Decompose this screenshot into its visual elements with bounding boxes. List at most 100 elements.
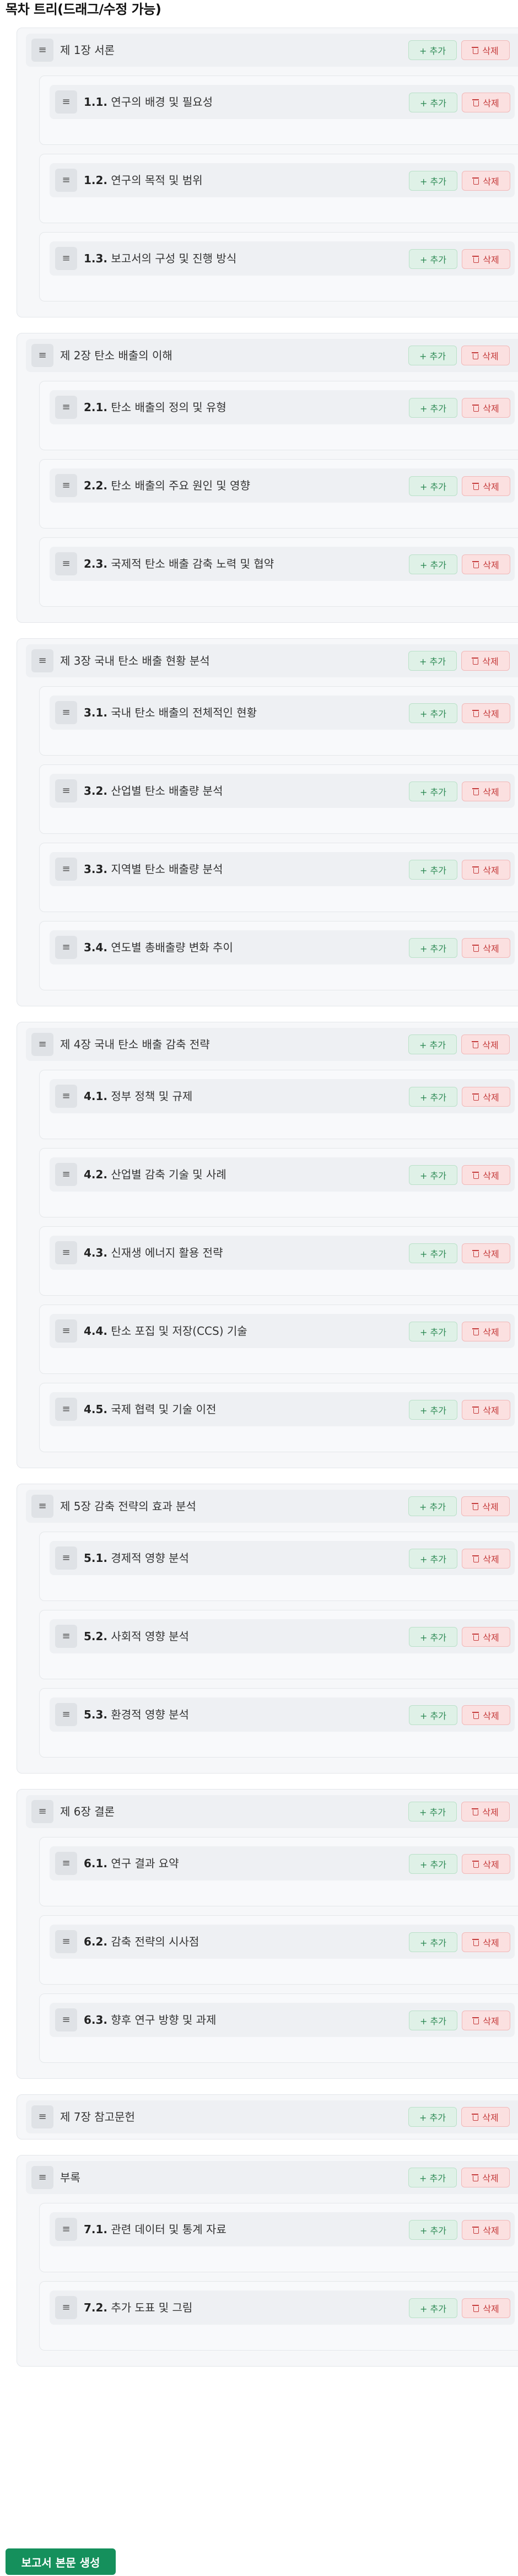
add-button[interactable]: + 추가 [408,1034,457,1054]
drag-handle-icon[interactable]: ≡ [55,1241,77,1264]
delete-button[interactable]: 삭제 [462,476,510,496]
delete-button[interactable]: 삭제 [461,1034,510,1054]
delete-button[interactable]: 삭제 [462,938,510,958]
delete-button[interactable]: 삭제 [462,703,510,723]
drag-handle-icon[interactable]: ≡ [31,649,53,672]
chapter-row[interactable]: ≡ 제 6장 결론 + 추가 삭제 [26,1795,518,1828]
delete-button[interactable]: 삭제 [461,346,510,365]
add-button[interactable]: + 추가 [409,1549,457,1569]
section-row[interactable]: ≡ 2.1. 탄소 배출의 정의 및 유형 + 추가 삭제 [50,390,515,424]
chapter-row[interactable]: ≡ 제 5장 감축 전략의 효과 분석 + 추가 삭제 [26,1490,518,1523]
add-button[interactable]: + 추가 [409,2220,457,2240]
drag-handle-icon[interactable]: ≡ [55,1625,77,1648]
add-button[interactable]: + 추가 [409,2298,457,2318]
add-button[interactable]: + 추가 [408,1496,457,1516]
drag-handle-icon[interactable]: ≡ [55,1852,77,1875]
add-button[interactable]: + 추가 [409,1932,457,1952]
section-row[interactable]: ≡ 6.1. 연구 결과 요약 + 추가 삭제 [50,1846,515,1880]
delete-button[interactable]: 삭제 [462,1854,510,1874]
section-row[interactable]: ≡ 4.4. 탄소 포집 및 저장(CCS) 기술 + 추가 삭제 [50,1314,515,1348]
drag-handle-icon[interactable]: ≡ [55,2218,77,2241]
delete-button[interactable]: 삭제 [462,1243,510,1263]
add-button[interactable]: + 추가 [409,1627,457,1647]
delete-button[interactable]: 삭제 [461,2107,510,2127]
delete-button[interactable]: 삭제 [462,1932,510,1952]
section-row[interactable]: ≡ 7.1. 관련 데이터 및 통계 자료 + 추가 삭제 [50,2212,515,2246]
drag-handle-icon[interactable]: ≡ [55,2008,77,2031]
add-button[interactable]: + 추가 [409,782,457,801]
delete-button[interactable]: 삭제 [461,1802,510,1821]
drag-handle-icon[interactable]: ≡ [55,1319,77,1343]
section-row[interactable]: ≡ 5.3. 환경적 영향 분석 + 추가 삭제 [50,1697,515,1732]
chapter-row[interactable]: ≡ 제 4장 국내 탄소 배출 감축 전략 + 추가 삭제 [26,1028,518,1061]
delete-button[interactable]: 삭제 [462,1627,510,1647]
add-button[interactable]: + 추가 [409,860,457,880]
section-row[interactable]: ≡ 3.2. 산업별 탄소 배출량 분석 + 추가 삭제 [50,774,515,808]
drag-handle-icon[interactable]: ≡ [31,1495,53,1518]
drag-handle-icon[interactable]: ≡ [55,1085,77,1108]
drag-handle-icon[interactable]: ≡ [31,1033,53,1056]
delete-button[interactable]: 삭제 [462,1322,510,1341]
delete-button[interactable]: 삭제 [462,93,510,112]
drag-handle-icon[interactable]: ≡ [55,1163,77,1186]
drag-handle-icon[interactable]: ≡ [55,1398,77,1421]
section-row[interactable]: ≡ 5.1. 경제적 영향 분석 + 추가 삭제 [50,1541,515,1575]
drag-handle-icon[interactable]: ≡ [31,1800,53,1823]
section-row[interactable]: ≡ 4.1. 정부 정책 및 규제 + 추가 삭제 [50,1079,515,1113]
section-row[interactable]: ≡ 6.3. 향후 연구 방향 및 과제 + 추가 삭제 [50,2003,515,2037]
section-row[interactable]: ≡ 2.3. 국제적 탄소 배출 감축 노력 및 협약 + 추가 삭제 [50,547,515,581]
section-row[interactable]: ≡ 1.2. 연구의 목적 및 범위 + 추가 삭제 [50,163,515,197]
drag-handle-icon[interactable]: ≡ [55,701,77,724]
section-row[interactable]: ≡ 1.1. 연구의 배경 및 필요성 + 추가 삭제 [50,85,515,119]
delete-button[interactable]: 삭제 [462,1165,510,1185]
drag-handle-icon[interactable]: ≡ [55,936,77,959]
section-row[interactable]: ≡ 3.1. 국내 탄소 배출의 전체적인 현황 + 추가 삭제 [50,696,515,730]
add-button[interactable]: + 추가 [408,1802,457,1821]
drag-handle-icon[interactable]: ≡ [55,552,77,575]
add-button[interactable]: + 추가 [409,1705,457,1725]
drag-handle-icon[interactable]: ≡ [55,169,77,192]
section-row[interactable]: ≡ 3.4. 연도별 총배출량 변화 추이 + 추가 삭제 [50,930,515,964]
drag-handle-icon[interactable]: ≡ [55,90,77,114]
add-button[interactable]: + 추가 [409,703,457,723]
add-button[interactable]: + 추가 [409,1854,457,1874]
section-row[interactable]: ≡ 5.2. 사회적 영향 분석 + 추가 삭제 [50,1619,515,1653]
section-row[interactable]: ≡ 4.5. 국제 협력 및 기술 이전 + 추가 삭제 [50,1392,515,1426]
drag-handle-icon[interactable]: ≡ [55,474,77,497]
drag-handle-icon[interactable]: ≡ [31,39,53,62]
drag-handle-icon[interactable]: ≡ [55,779,77,802]
delete-button[interactable]: 삭제 [462,1705,510,1725]
chapter-row[interactable]: ≡ 제 7장 참고문헌 + 추가 삭제 [26,2100,518,2133]
section-row[interactable]: ≡ 1.3. 보고서의 구성 및 진행 방식 + 추가 삭제 [50,241,515,276]
add-button[interactable]: + 추가 [409,398,457,418]
add-button[interactable]: + 추가 [409,938,457,958]
drag-handle-icon[interactable]: ≡ [55,1546,77,1570]
delete-button[interactable]: 삭제 [462,1087,510,1107]
add-button[interactable]: + 추가 [409,1165,457,1185]
chapter-row[interactable]: ≡ 제 1장 서론 + 추가 삭제 [26,34,518,67]
add-button[interactable]: + 추가 [409,249,457,269]
chapter-row[interactable]: ≡ 부록 + 추가 삭제 [26,2161,518,2194]
generate-report-button[interactable]: 보고서 본문 생성 [6,2548,116,2575]
delete-button[interactable]: 삭제 [462,860,510,880]
section-row[interactable]: ≡ 7.2. 추가 도표 및 그림 + 추가 삭제 [50,2291,515,2325]
section-row[interactable]: ≡ 2.2. 탄소 배출의 주요 원인 및 영향 + 추가 삭제 [50,468,515,503]
drag-handle-icon[interactable]: ≡ [55,396,77,419]
delete-button[interactable]: 삭제 [462,782,510,801]
delete-button[interactable]: 삭제 [462,1400,510,1420]
add-button[interactable]: + 추가 [409,476,457,496]
drag-handle-icon[interactable]: ≡ [55,1703,77,1726]
add-button[interactable]: + 추가 [408,2168,457,2187]
delete-button[interactable]: 삭제 [462,2220,510,2240]
delete-button[interactable]: 삭제 [462,171,510,191]
delete-button[interactable]: 삭제 [462,398,510,418]
drag-handle-icon[interactable]: ≡ [55,858,77,881]
add-button[interactable]: + 추가 [409,2011,457,2030]
section-row[interactable]: ≡ 4.2. 산업별 감축 기술 및 사례 + 추가 삭제 [50,1157,515,1192]
delete-button[interactable]: 삭제 [462,1549,510,1569]
chapter-row[interactable]: ≡ 제 3장 국내 탄소 배출 현황 분석 + 추가 삭제 [26,644,518,677]
section-row[interactable]: ≡ 3.3. 지역별 탄소 배출량 분석 + 추가 삭제 [50,852,515,886]
add-button[interactable]: + 추가 [409,171,457,191]
chapter-row[interactable]: ≡ 제 2장 탄소 배출의 이해 + 추가 삭제 [26,339,518,372]
delete-button[interactable]: 삭제 [461,2168,510,2187]
